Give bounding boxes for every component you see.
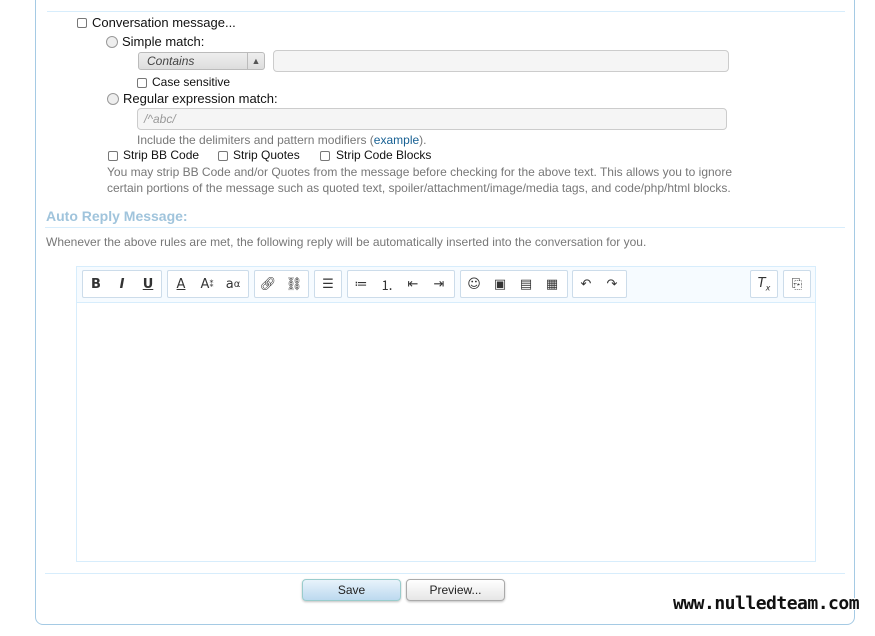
underline-icon: U — [142, 276, 154, 292]
unlink-icon: ⛓︎ — [285, 276, 303, 292]
strip-quotes-label: Strip Quotes — [233, 148, 300, 162]
example-link[interactable]: example — [374, 133, 419, 147]
smilie-icon: ☺ — [467, 276, 481, 292]
underline-button[interactable]: U — [135, 271, 161, 297]
strip-hint-line1: You may strip BB Code and/or Quotes from… — [107, 165, 733, 179]
conversation-message-label: Conversation message... — [92, 15, 236, 30]
media-button[interactable]: ▤ — [513, 271, 539, 297]
image-button[interactable]: ▣ — [487, 271, 513, 297]
toolbar-group-remove-format: Tx — [750, 270, 778, 298]
simple-match-text-input[interactable] — [273, 50, 729, 72]
rich-text-editor[interactable]: B I U A A ⁑ aα 🔗︎ ⛓︎ ☰ ≔ ⒈ ⇤ ⇥ ☺ ▣ ▤ ▦ ↶… — [76, 266, 816, 562]
code-button[interactable]: ▦ — [539, 271, 565, 297]
regex-hint-prefix: Include the delimiters and pattern modif… — [137, 133, 374, 147]
number-list-button[interactable]: ⒈ — [374, 271, 400, 297]
strip-quotes-checkbox[interactable] — [218, 151, 228, 161]
outdent-icon: ⇤ — [407, 276, 419, 292]
remove-format-icon: Tx — [757, 275, 771, 293]
strip-bb-code-checkbox[interactable] — [108, 151, 118, 161]
bullet-list-button[interactable]: ≔ — [348, 271, 374, 297]
top-divider — [47, 11, 845, 12]
link-button[interactable]: 🔗︎ — [255, 271, 281, 297]
bullet-list-icon: ≔ — [354, 276, 368, 292]
bottom-divider — [45, 573, 845, 574]
remove-format-button[interactable]: Tx — [751, 271, 777, 297]
italic-button[interactable]: I — [109, 271, 135, 297]
bold-button[interactable]: B — [83, 271, 109, 297]
code-icon: ▦ — [545, 276, 559, 292]
outdent-button[interactable]: ⇤ — [400, 271, 426, 297]
unlink-button[interactable]: ⛓︎ — [281, 271, 307, 297]
regex-hint-suffix: ). — [419, 133, 427, 147]
regex-input[interactable]: /^abc/ — [137, 108, 727, 130]
font-size-button[interactable]: A ⁑ — [194, 271, 220, 297]
toolbar-group-lists: ≔ ⒈ ⇤ ⇥ — [347, 270, 455, 298]
link-icon: 🔗︎ — [259, 276, 277, 292]
save-button[interactable]: Save — [302, 579, 401, 601]
toolbar-group-toggle: ⎘ — [783, 270, 811, 298]
case-sensitive-label: Case sensitive — [152, 75, 231, 89]
font-family-icon: a — [225, 276, 234, 292]
font-size-icon: A — [200, 276, 210, 292]
toolbar-group-history: ↶ ↷ — [572, 270, 627, 298]
smilie-button[interactable]: ☺ — [461, 271, 487, 297]
undo-button[interactable]: ↶ — [573, 271, 599, 297]
redo-button[interactable]: ↷ — [599, 271, 625, 297]
strip-bb-code-label: Strip BB Code — [123, 148, 200, 162]
font-family-button[interactable]: aα — [220, 271, 246, 297]
italic-icon: I — [119, 276, 125, 292]
toolbar-group-insert: ☺ ▣ ▤ ▦ — [460, 270, 568, 298]
case-sensitive-checkbox[interactable] — [137, 78, 147, 88]
regex-match-label: Regular expression match: — [123, 91, 278, 106]
auto-reply-title: Auto Reply Message: — [46, 208, 188, 224]
toolbar-group-align: ☰ — [314, 270, 342, 298]
redo-icon: ↷ — [606, 276, 618, 292]
toolbar-group-text-style: B I U — [82, 270, 162, 298]
simple-match-radio[interactable] — [106, 36, 118, 48]
regex-match-radio[interactable] — [107, 93, 119, 105]
image-icon: ▣ — [493, 276, 507, 292]
preview-button[interactable]: Preview... — [406, 579, 505, 601]
select-arrows-icon: ▲ — [247, 53, 264, 69]
match-type-select[interactable]: Contains ▲ — [138, 52, 265, 70]
editor-toolbar: B I U A A ⁑ aα 🔗︎ ⛓︎ ☰ ≔ ⒈ ⇤ ⇥ ☺ ▣ ▤ ▦ ↶… — [77, 267, 815, 303]
bold-icon: B — [91, 276, 101, 292]
font-color-button[interactable]: A — [168, 271, 194, 297]
toggle-bbcode-button[interactable]: ⎘ — [784, 271, 810, 297]
indent-button[interactable]: ⇥ — [426, 271, 452, 297]
media-icon: ▤ — [519, 276, 533, 292]
strip-hint-line2: certain portions of the message such as … — [107, 181, 731, 195]
toolbar-group-link: 🔗︎ ⛓︎ — [254, 270, 309, 298]
number-list-icon: ⒈ — [380, 278, 394, 294]
align-left-icon: ☰ — [322, 276, 334, 292]
regex-placeholder: /^abc/ — [144, 112, 176, 126]
auto-reply-description: Whenever the above rules are met, the fo… — [46, 235, 647, 249]
toggle-bbcode-icon: ⎘ — [791, 276, 803, 292]
regex-hint: Include the delimiters and pattern modif… — [137, 132, 427, 148]
strip-code-blocks-label: Strip Code Blocks — [336, 148, 432, 162]
toolbar-group-font: A A ⁑ aα — [167, 270, 249, 298]
indent-icon: ⇥ — [433, 276, 445, 292]
conversation-message-checkbox[interactable] — [77, 18, 87, 28]
simple-match-label: Simple match: — [122, 34, 205, 49]
align-button[interactable]: ☰ — [315, 271, 341, 297]
font-color-icon: A — [176, 276, 186, 292]
watermark-text: www.nulledteam.com — [673, 593, 860, 614]
match-type-value: Contains — [147, 54, 195, 68]
section-divider — [45, 227, 845, 228]
undo-icon: ↶ — [580, 276, 592, 292]
strip-code-blocks-checkbox[interactable] — [320, 151, 330, 161]
